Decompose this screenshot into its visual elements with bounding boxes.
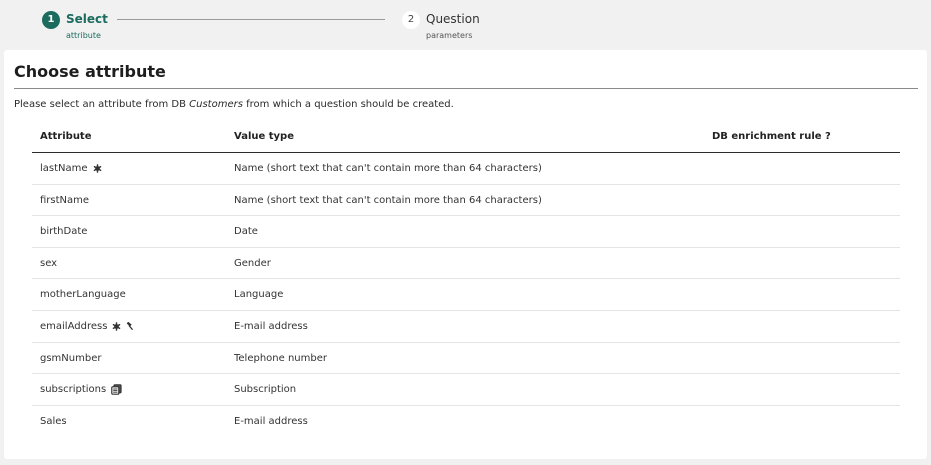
step-1-sublabel: attribute — [66, 31, 101, 40]
intro-text: Please select an attribute from DB Custo… — [14, 99, 454, 110]
title-divider — [14, 88, 918, 89]
table-row[interactable]: lastName Name (short text that can't cont… — [32, 153, 900, 185]
attribute-cell[interactable]: subscriptions — [40, 384, 122, 395]
table-row[interactable]: emailAddress E-mail address — [32, 311, 900, 343]
attribute-name: firstName — [40, 194, 90, 206]
hammer-icon — [126, 321, 135, 331]
table-row[interactable]: subscriptions Subscription — [32, 374, 900, 406]
stepper-connector — [117, 19, 385, 20]
step-1-number[interactable]: 1 — [42, 11, 60, 29]
value-type-cell: Telephone number — [234, 352, 327, 364]
value-type-cell: Name (short text that can't contain more… — [234, 194, 542, 206]
attribute-name: birthDate — [40, 226, 88, 238]
step-2-sublabel: parameters — [426, 31, 473, 40]
attribute-name: subscriptions — [40, 384, 107, 396]
table-row[interactable]: sex Gender — [32, 248, 900, 280]
intro-db-name: Customers — [189, 99, 243, 110]
attribute-cell[interactable]: motherLanguage — [40, 289, 126, 300]
required-icon — [93, 164, 102, 173]
attribute-name: gsmNumber — [40, 352, 102, 364]
attribute-cell[interactable]: sex — [40, 258, 57, 269]
step-2-number[interactable]: 2 — [402, 11, 420, 29]
value-type-cell: Name (short text that can't contain more… — [234, 163, 542, 174]
step-2-label[interactable]: Question — [426, 12, 480, 26]
value-type-cell: Gender — [234, 257, 271, 269]
step-1-label[interactable]: Select — [66, 12, 108, 26]
copy-icon — [111, 384, 122, 395]
intro-suffix: from which a question should be created. — [242, 99, 454, 110]
attribute-name: emailAddress — [40, 320, 108, 332]
attribute-name: lastName — [40, 163, 88, 174]
attribute-cell[interactable]: firstName — [40, 195, 89, 206]
table-row[interactable]: Sales E-mail address — [32, 406, 900, 438]
choose-attribute-card: Choose attribute Please select an attrib… — [4, 50, 927, 459]
value-type-cell: E-mail address — [234, 415, 308, 427]
attribute-cell[interactable]: gsmNumber — [40, 353, 101, 364]
page-title: Choose attribute — [14, 62, 166, 81]
value-type-cell: Subscription — [234, 384, 297, 396]
table-row[interactable]: motherLanguage Language — [32, 279, 900, 311]
header-attribute: Attribute — [40, 131, 92, 142]
attribute-name: Sales — [40, 415, 67, 427]
table-row[interactable]: gsmNumber Telephone number — [32, 343, 900, 375]
header-enrichment-rule: DB enrichment rule ? — [712, 131, 831, 142]
table-body: lastName Name (short text that can't cont… — [32, 153, 900, 437]
attribute-cell[interactable]: emailAddress — [40, 321, 135, 332]
attribute-name: sex — [40, 257, 58, 269]
table-header: Attribute Value type DB enrichment rule … — [32, 123, 900, 153]
table-row[interactable]: birthDate Date — [32, 216, 900, 248]
attribute-cell[interactable]: lastName — [40, 163, 102, 174]
value-type-cell: Date — [234, 226, 258, 238]
value-type-cell: E-mail address — [234, 320, 308, 332]
intro-prefix: Please select an attribute from DB — [14, 99, 190, 110]
value-type-cell: Language — [234, 289, 284, 301]
required-icon — [112, 322, 121, 331]
stepper: 1 Select attribute 2 Question parameters — [0, 0, 931, 46]
attribute-name: motherLanguage — [40, 289, 126, 301]
header-value-type: Value type — [234, 131, 294, 142]
attribute-table: Attribute Value type DB enrichment rule … — [32, 123, 900, 437]
attribute-cell[interactable]: Sales — [40, 416, 67, 427]
attribute-cell[interactable]: birthDate — [40, 226, 87, 237]
table-row[interactable]: firstName Name (short text that can't con… — [32, 185, 900, 217]
